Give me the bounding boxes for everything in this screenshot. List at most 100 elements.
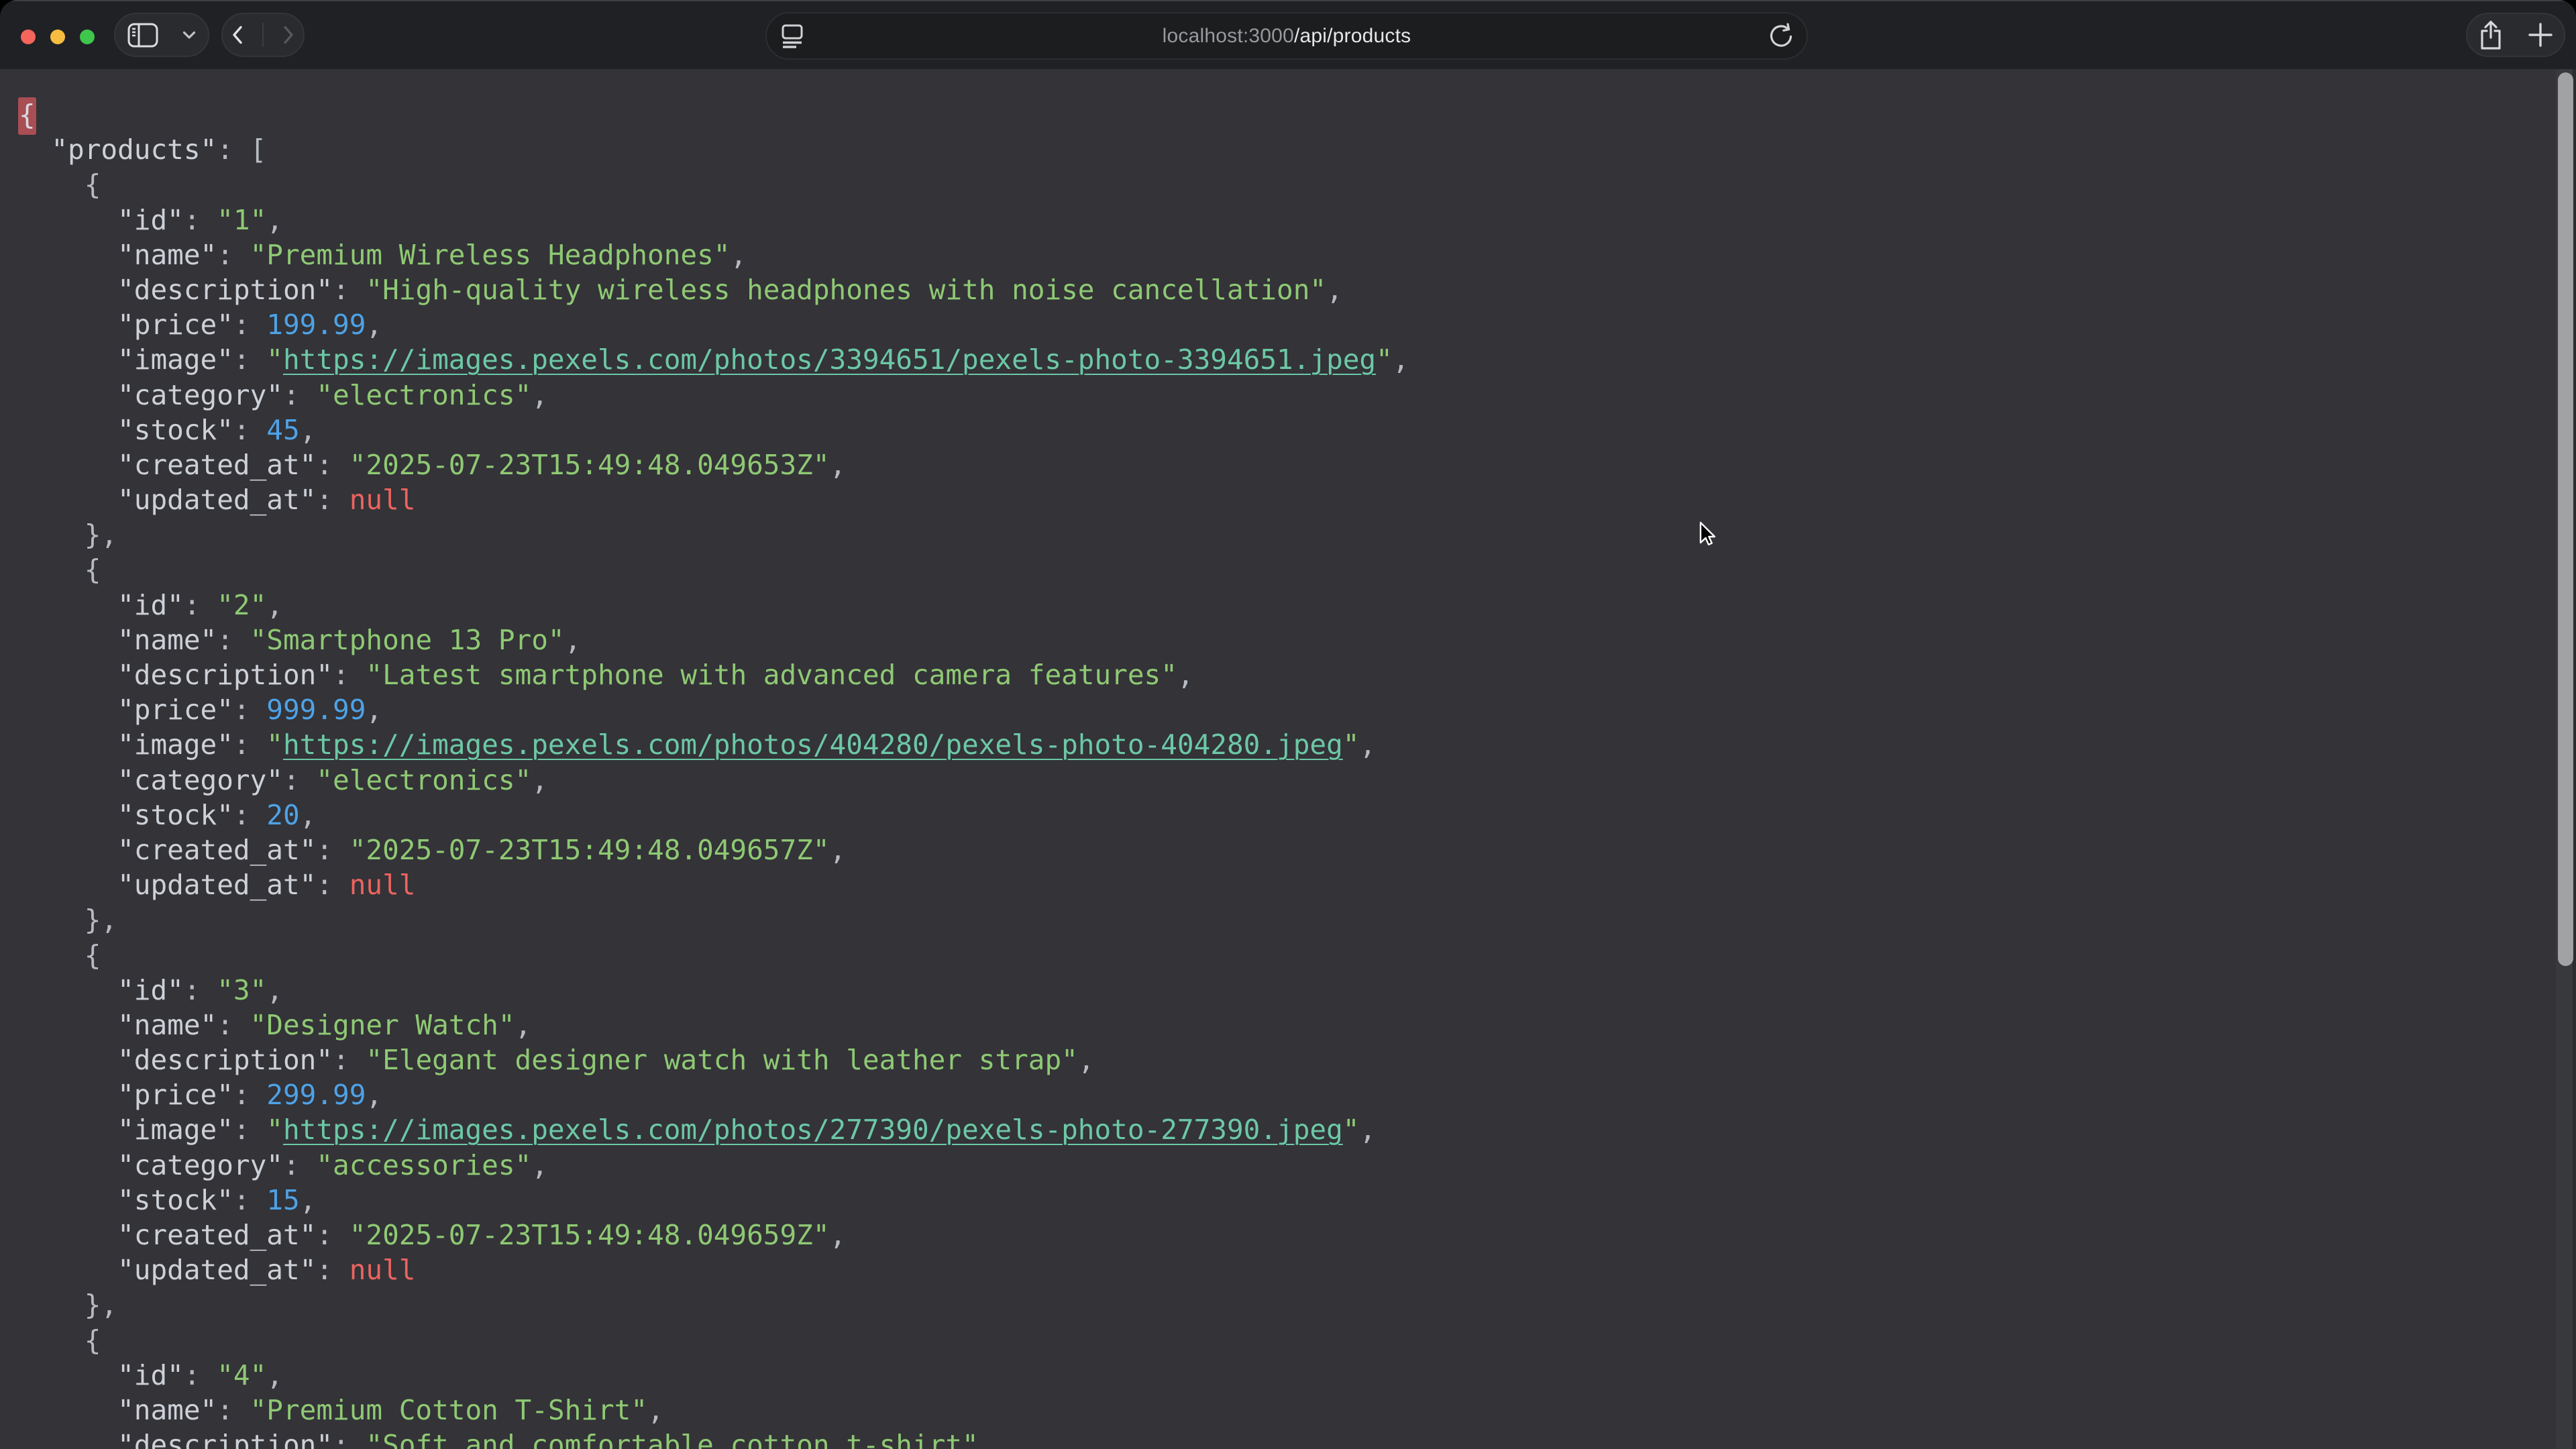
- json-punct: ,: [300, 1184, 317, 1216]
- json-string: "Premium Wireless Headphones": [250, 239, 731, 271]
- zoom-button[interactable]: [80, 30, 95, 44]
- json-string: "Smartphone 13 Pro": [250, 624, 565, 656]
- json-line: "id": "4",: [18, 1358, 2576, 1393]
- json-line: "description": "High-quality wireless he…: [18, 272, 2576, 307]
- sidebar-controls: [114, 13, 209, 57]
- sidebar-toggle-button[interactable]: [127, 23, 158, 48]
- json-line: "stock": 15,: [18, 1183, 2576, 1218]
- json-punct: ,: [531, 764, 548, 796]
- json-line: "id": "1",: [18, 203, 2576, 237]
- json-punct: ,: [565, 624, 582, 656]
- vertical-scrollbar-thumb[interactable]: [2558, 72, 2573, 966]
- json-string: ": [1376, 343, 1393, 376]
- json-punct: :: [233, 414, 266, 446]
- json-punct: :: [233, 694, 266, 726]
- json-punct: },: [85, 904, 117, 936]
- json-punct: :: [184, 1359, 217, 1391]
- reload-button[interactable]: [1766, 22, 1794, 50]
- json-punct: :: [233, 1184, 266, 1216]
- safari-window: localhost:3000/api/products: [0, 0, 2576, 1449]
- json-string: "2025-07-23T15:49:48.049653Z": [350, 449, 830, 481]
- page-settings-icon[interactable]: [782, 24, 803, 48]
- image-url-link[interactable]: https://images.pexels.com/photos/277390/…: [283, 1114, 1343, 1146]
- json-line: {: [18, 552, 2576, 587]
- json-key: "price": [117, 694, 233, 726]
- toolbar-actions: [2466, 13, 2565, 57]
- json-null: null: [350, 1254, 416, 1286]
- json-line: "category": "accessories",: [18, 1148, 2576, 1183]
- json-key: "name": [117, 239, 217, 271]
- toolbar: localhost:3000/api/products: [0, 0, 2576, 69]
- json-punct: ,: [1326, 274, 1343, 306]
- json-punct: ,: [1359, 1114, 1376, 1146]
- json-key: "updated_at": [117, 1254, 316, 1286]
- json-key: "stock": [117, 1184, 233, 1216]
- json-punct: ,: [1359, 729, 1376, 761]
- json-line: },: [18, 517, 2576, 552]
- json-string: "High-quality wireless headphones with n…: [366, 274, 1326, 306]
- json-punct: ,: [266, 1359, 283, 1391]
- json-punct: :: [217, 239, 250, 271]
- json-punct: ,: [730, 239, 747, 271]
- chevron-left-icon: [232, 25, 243, 44]
- json-string: "2": [217, 589, 266, 621]
- json-number: 199.99: [266, 309, 366, 341]
- json-number: 999.99: [266, 694, 366, 726]
- json-punct: :: [316, 484, 349, 516]
- minimize-button[interactable]: [50, 30, 65, 44]
- tab-group-chevron-button[interactable]: [182, 31, 196, 40]
- json-string: "Premium Cotton T-Shirt": [250, 1394, 647, 1426]
- image-url-link[interactable]: https://images.pexels.com/photos/404280/…: [283, 729, 1343, 761]
- json-line: "image": "https://images.pexels.com/phot…: [18, 727, 2576, 762]
- json-key: "stock": [117, 799, 233, 831]
- json-punct: ,: [1078, 1044, 1095, 1076]
- json-string: "Soft and comfortable cotton t-shirt": [366, 1429, 978, 1449]
- json-line: {: [18, 938, 2576, 973]
- plus-icon: [2528, 22, 2553, 48]
- json-punct: ,: [830, 449, 847, 481]
- json-line: "price": 299.99,: [18, 1077, 2576, 1112]
- url-path: /api/products: [1294, 25, 1411, 47]
- address-bar[interactable]: localhost:3000/api/products: [765, 12, 1808, 60]
- json-punct: {: [85, 553, 101, 586]
- json-punct: ,: [366, 309, 382, 341]
- forward-button[interactable]: [283, 25, 294, 44]
- json-punct: },: [85, 1289, 117, 1321]
- json-punct: ,: [266, 974, 283, 1006]
- new-tab-button[interactable]: [2528, 22, 2553, 48]
- json-key: "category": [117, 379, 283, 411]
- json-punct: ,: [830, 834, 847, 866]
- json-line: {: [18, 167, 2576, 202]
- json-line: "id": "3",: [18, 973, 2576, 1008]
- json-punct: : [: [217, 133, 266, 166]
- back-button[interactable]: [232, 25, 243, 44]
- json-punct: :: [316, 834, 349, 866]
- json-line: "name": "Designer Watch",: [18, 1008, 2576, 1042]
- json-line: "stock": 45,: [18, 413, 2576, 447]
- json-punct: ,: [366, 694, 382, 726]
- share-button[interactable]: [2478, 19, 2504, 50]
- json-null: null: [350, 484, 416, 516]
- json-key: "created_at": [117, 1219, 316, 1251]
- json-punct: :: [217, 1009, 250, 1041]
- json-key: "updated_at": [117, 869, 316, 901]
- json-line: },: [18, 1287, 2576, 1322]
- json-number: 20: [266, 799, 299, 831]
- json-punct: ,: [366, 1079, 382, 1111]
- json-punct: {: [85, 1324, 101, 1356]
- json-line: "updated_at": null: [18, 482, 2576, 517]
- find-highlight: {: [18, 97, 36, 135]
- json-punct: ,: [531, 1149, 548, 1181]
- json-punct: :: [333, 1044, 366, 1076]
- json-line: "created_at": "2025-07-23T15:49:48.04965…: [18, 1218, 2576, 1252]
- json-line: "created_at": "2025-07-23T15:49:48.04965…: [18, 833, 2576, 867]
- image-url-link[interactable]: https://images.pexels.com/photos/3394651…: [283, 343, 1376, 376]
- json-line: {: [18, 97, 2576, 132]
- close-button[interactable]: [21, 30, 36, 44]
- json-line: "name": "Premium Cotton T-Shirt",: [18, 1393, 2576, 1428]
- json-punct: :: [233, 799, 266, 831]
- json-line: "description": "Soft and comfortable cot…: [18, 1428, 2576, 1449]
- json-key: "price": [117, 309, 233, 341]
- json-line: "name": "Smartphone 13 Pro",: [18, 623, 2576, 657]
- sidebar-icon: [127, 23, 158, 48]
